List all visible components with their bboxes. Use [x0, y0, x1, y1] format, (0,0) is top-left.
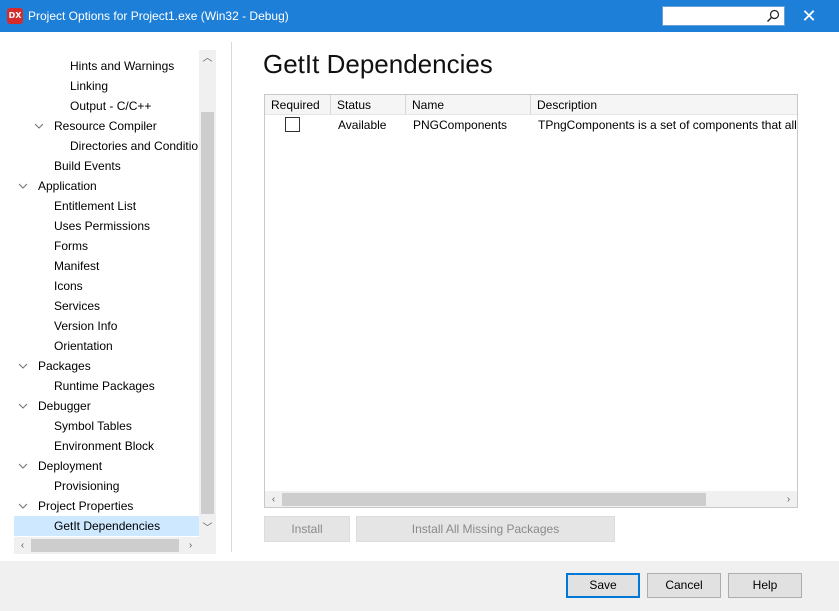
dependencies-grid: Required Status Name Description Availab…	[264, 94, 798, 508]
tree-item-label: Deployment	[38, 459, 103, 473]
tree-item[interactable]: Runtime Packages	[14, 376, 200, 396]
tree-item[interactable]: Forms	[14, 236, 200, 256]
tree-vertical-scrollbar[interactable]: ︿ ﹀	[199, 50, 216, 537]
chevron-down-icon[interactable]	[34, 121, 44, 131]
chevron-down-icon[interactable]	[18, 361, 28, 371]
app-logo-icon: DX	[7, 8, 23, 24]
required-checkbox[interactable]	[285, 117, 300, 132]
help-button[interactable]: Help	[728, 573, 802, 598]
tree-item-label: Provisioning	[54, 479, 120, 493]
tree-item[interactable]: Application	[14, 176, 200, 196]
tree-item-label: Output - C/C++	[70, 99, 152, 113]
scroll-left-icon[interactable]: ‹	[14, 537, 31, 554]
tree-item-label: Linking	[70, 79, 109, 93]
tree-item[interactable]: Manifest	[14, 256, 200, 276]
tree-item[interactable]: Uses Permissions	[14, 216, 200, 236]
save-button[interactable]: Save	[566, 573, 640, 598]
tree-item[interactable]: Orientation	[14, 336, 200, 356]
tree-item[interactable]: Resource Compiler	[14, 116, 200, 136]
tree-item-label: Application	[38, 179, 97, 193]
name-cell: PNGComponents	[413, 118, 508, 132]
tree-item[interactable]: Packages	[14, 356, 200, 376]
tree-item[interactable]: Project Properties	[14, 496, 200, 516]
tree-item[interactable]: Build Events	[14, 156, 200, 176]
scroll-corner	[199, 537, 216, 554]
tree-item-label: Icons	[54, 279, 83, 293]
tree-item[interactable]: Directories and Conditionals	[14, 136, 200, 156]
tree-item-label: Packages	[38, 359, 91, 373]
tree-item[interactable]: Version Info	[14, 316, 200, 336]
tree-item-label: Entitlement List	[54, 199, 137, 213]
tree-item-label: Environment Block	[54, 439, 155, 453]
scroll-right-icon[interactable]: ›	[780, 491, 797, 507]
install-button[interactable]: Install	[264, 516, 350, 542]
tree-item[interactable]: Services	[14, 296, 200, 316]
tree-item-label: Forms	[54, 239, 88, 253]
scroll-right-icon[interactable]: ›	[182, 537, 199, 554]
tree-item[interactable]: Icons	[14, 276, 200, 296]
tree-item[interactable]: Symbol Tables	[14, 416, 200, 436]
column-header-status[interactable]: Status	[331, 95, 406, 115]
tree-item-label: Directories and Conditionals	[70, 139, 200, 153]
tree-item-label: Uses Permissions	[54, 219, 151, 233]
tree-horizontal-scrollbar[interactable]: ‹ ›	[14, 537, 199, 554]
tree-item[interactable]: Linking	[14, 76, 200, 96]
tree-item-label: Symbol Tables	[54, 419, 132, 433]
scroll-thumb[interactable]	[31, 539, 179, 552]
tree-item-label: Debugger	[38, 399, 91, 413]
description-cell: TPngComponents is a set of components th…	[538, 118, 798, 132]
tree-item-label: Hints and Warnings	[70, 59, 175, 73]
tree-item[interactable]: Debugger	[14, 396, 200, 416]
chevron-down-icon[interactable]	[18, 461, 28, 471]
tree-item-label: Build Events	[54, 159, 121, 173]
tree-item-label: Resource Compiler	[54, 119, 157, 133]
page-title: GetIt Dependencies	[263, 49, 493, 79]
tree-item[interactable]: Environment Block	[14, 436, 200, 456]
tree-item[interactable]: Deployment	[14, 456, 200, 476]
tree-item[interactable]: GetIt Dependencies	[14, 516, 200, 536]
tree-item[interactable]: Entitlement List	[14, 196, 200, 216]
window-title: Project Options for Project1.exe (Win32 …	[28, 9, 289, 23]
cancel-button[interactable]: Cancel	[647, 573, 721, 598]
panel-splitter[interactable]	[231, 42, 232, 552]
tree-item[interactable]: Provisioning	[14, 476, 200, 496]
scroll-thumb[interactable]	[282, 493, 706, 506]
scroll-thumb[interactable]	[201, 112, 214, 514]
scroll-up-icon[interactable]: ︿	[199, 50, 216, 67]
tree-item-label: Version Info	[54, 319, 118, 333]
search-input[interactable]	[662, 6, 785, 26]
column-header-name[interactable]: Name	[406, 95, 531, 115]
column-header-description[interactable]: Description	[531, 95, 797, 115]
tree-item-label: Project Properties	[38, 499, 134, 513]
chevron-down-icon[interactable]	[18, 401, 28, 411]
tree-item-label: Runtime Packages	[54, 379, 155, 393]
tree-item[interactable]: Output - C/C++	[14, 96, 200, 116]
chevron-down-icon[interactable]	[18, 501, 28, 511]
chevron-down-icon[interactable]	[18, 181, 28, 191]
tree-item-label: Manifest	[54, 259, 100, 273]
scroll-left-icon[interactable]: ‹	[265, 491, 282, 507]
tree-item-label: GetIt Dependencies	[54, 519, 161, 533]
grid-horizontal-scrollbar[interactable]: ‹ ›	[265, 491, 797, 507]
status-cell: Available	[338, 118, 387, 132]
install-all-missing-button[interactable]: Install All Missing Packages	[356, 516, 615, 542]
close-icon[interactable]: ✕	[794, 2, 824, 30]
options-tree: Hints and Warnings Linking Output - C/C++ R…	[14, 42, 216, 554]
column-header-required[interactable]: Required	[265, 95, 331, 115]
tree-item-label: Orientation	[54, 339, 113, 353]
title-bar: DX Project Options for Project1.exe (Win…	[0, 0, 839, 32]
search-icon	[767, 9, 780, 22]
tree-item-label: Services	[54, 299, 101, 313]
scroll-down-icon[interactable]: ﹀	[199, 520, 216, 537]
tree-item[interactable]: Hints and Warnings	[14, 56, 200, 76]
